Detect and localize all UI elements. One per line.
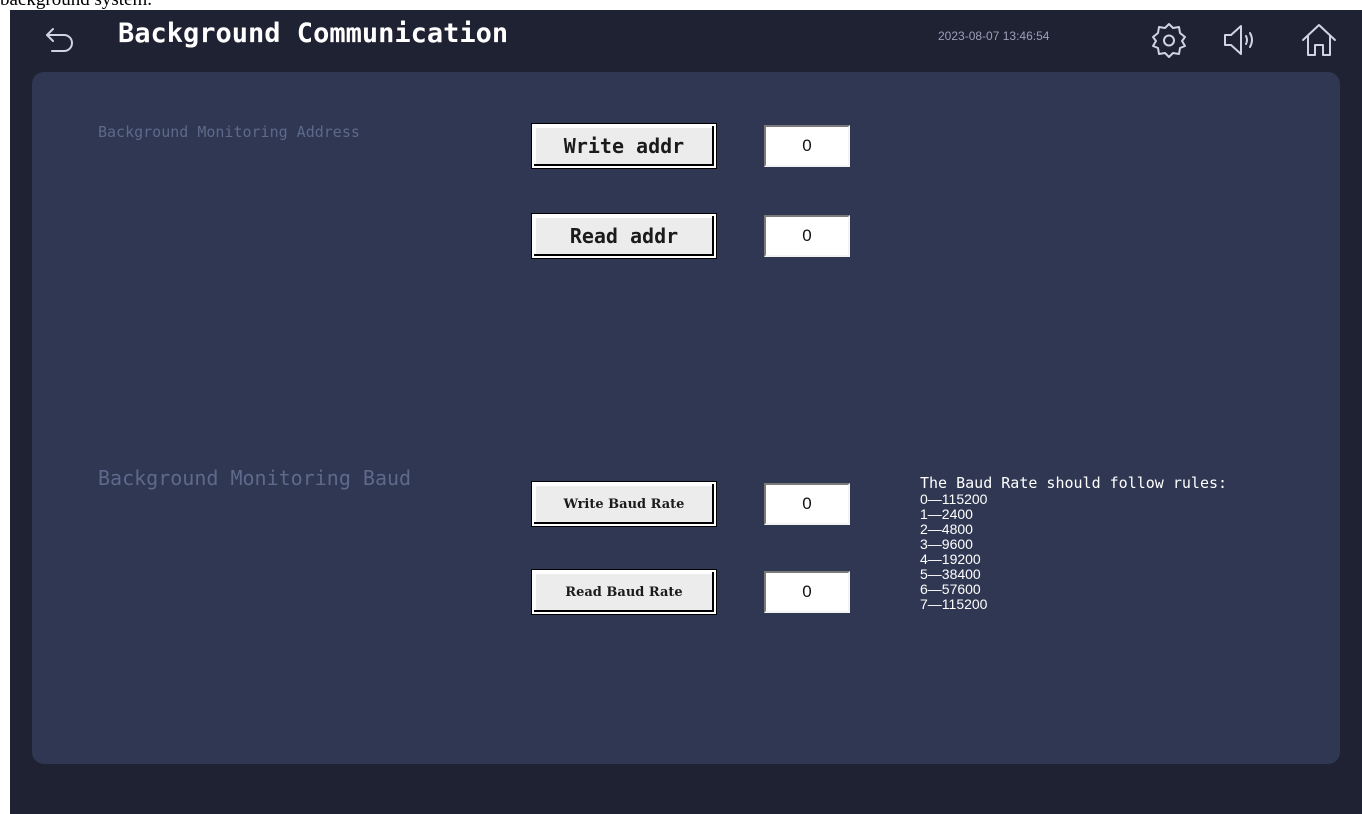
write-addr-button[interactable]: Write addr bbox=[531, 123, 717, 169]
speaker-icon[interactable] bbox=[1220, 21, 1258, 59]
settings-panel: Background Monitoring Address Write addr… bbox=[32, 72, 1340, 764]
gear-icon[interactable] bbox=[1150, 21, 1188, 59]
baud-rule-item: 7—115200 bbox=[920, 596, 988, 612]
read-baud-rate-button[interactable]: Read Baud Rate bbox=[531, 569, 717, 615]
baud-rules-note: The Baud Rate should follow rules: 0—115… bbox=[920, 475, 1227, 612]
baud-rule-item: 4—19200 bbox=[920, 551, 981, 567]
datetime-display: 2023-08-07 13:46:54 bbox=[938, 29, 1050, 43]
write-baud-rate-button[interactable]: Write Baud Rate bbox=[531, 481, 717, 527]
hmi-screen: Background Communication 2023-08-07 13:4… bbox=[10, 10, 1362, 814]
baud-rule-item: 2—4800 bbox=[920, 521, 973, 537]
read-addr-value-field[interactable]: 0 bbox=[764, 215, 850, 257]
top-bar: Background Communication 2023-08-07 13:4… bbox=[10, 10, 1362, 68]
home-icon[interactable] bbox=[1300, 21, 1338, 59]
baud-rule-item: 5—38400 bbox=[920, 566, 981, 582]
baud-rule-item: 0—115200 bbox=[920, 491, 988, 507]
baud-rule-item: 3—9600 bbox=[920, 536, 973, 552]
read-addr-button[interactable]: Read addr bbox=[531, 213, 717, 259]
baud-rule-item: 6—57600 bbox=[920, 581, 981, 597]
address-section-label: Background Monitoring Address bbox=[98, 123, 360, 141]
read-baud-value-field[interactable]: 0 bbox=[764, 571, 850, 613]
write-addr-value-field[interactable]: 0 bbox=[764, 125, 850, 167]
baud-rule-item: 1—2400 bbox=[920, 506, 973, 522]
write-baud-value-field[interactable]: 0 bbox=[764, 483, 850, 525]
baud-section-label: Background Monitoring Baud bbox=[98, 466, 412, 490]
back-arrow-icon[interactable] bbox=[44, 24, 76, 54]
page-title: Background Communication bbox=[118, 18, 509, 49]
baud-rules-title: The Baud Rate should follow rules: bbox=[920, 474, 1228, 492]
